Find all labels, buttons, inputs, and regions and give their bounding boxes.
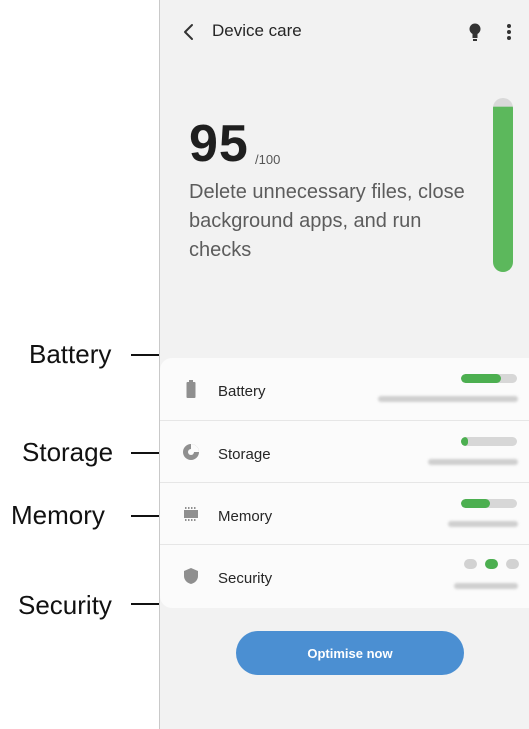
battery-level-fill (461, 374, 502, 383)
list-item-memory[interactable]: Memory (160, 482, 529, 545)
storage-status-text (428, 459, 518, 465)
device-care-screen: Device care 95 /100 Delete unnecessary f… (159, 0, 529, 729)
battery-icon (186, 380, 196, 398)
memory-level-bar (461, 499, 517, 508)
optimise-now-button[interactable]: Optimise now (236, 631, 464, 675)
memory-level-fill (461, 499, 491, 508)
battery-level-bar (461, 374, 517, 383)
app-bar: Device care (160, 0, 529, 64)
memory-status-text (448, 521, 518, 527)
device-status-card: Battery Storage Memory Security (160, 358, 529, 608)
memory-label: Memory (218, 508, 273, 525)
list-item-battery[interactable]: Battery (160, 358, 529, 420)
score-max: /100 (255, 152, 281, 167)
back-arrow-icon[interactable] (178, 20, 200, 44)
security-status-dots (464, 559, 520, 571)
storage-level-bar (461, 437, 517, 446)
callout-memory: Memory (11, 500, 105, 530)
list-item-storage[interactable]: Storage (160, 420, 529, 483)
callout-storage: Storage (22, 437, 114, 467)
device-score: 95 (189, 115, 249, 173)
storage-icon (183, 444, 199, 460)
shield-icon (184, 568, 198, 584)
callout-battery: Battery (29, 339, 112, 369)
score-gauge (493, 98, 513, 272)
callout-security: Security (18, 590, 112, 620)
page-title: Device care (212, 21, 302, 40)
battery-status-text (378, 396, 518, 402)
list-item-security[interactable]: Security (160, 544, 529, 607)
storage-level-fill (461, 437, 468, 446)
security-status-text (454, 583, 518, 589)
more-options-icon[interactable] (506, 20, 512, 44)
lightbulb-icon[interactable] (468, 20, 482, 44)
status-message: Delete unnecessary files, close backgrou… (189, 181, 465, 261)
storage-label: Storage (218, 446, 271, 463)
memory-chip-icon (184, 507, 198, 521)
battery-label: Battery (218, 383, 266, 400)
security-label: Security (218, 570, 273, 587)
